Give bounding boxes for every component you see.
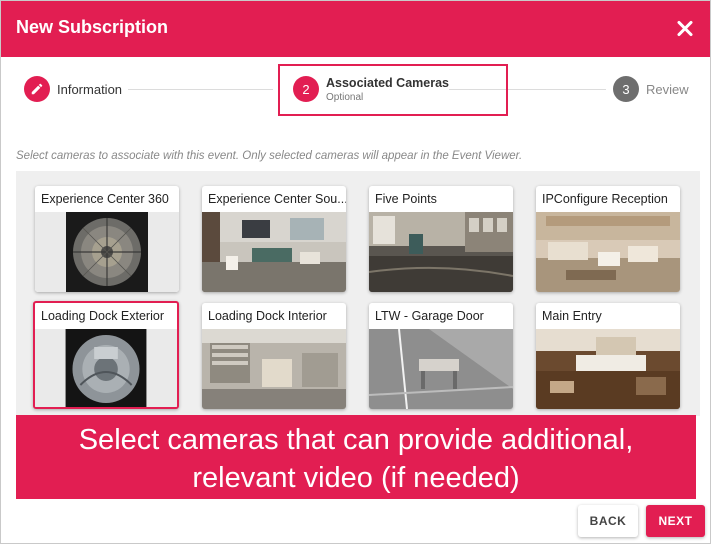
step-1-label[interactable]: Information — [57, 82, 122, 97]
camera-card-loading-dock-exterior[interactable]: Loading Dock Exterior — [33, 301, 179, 409]
step-2-label[interactable]: Associated Cameras — [326, 76, 449, 90]
camera-thumbnail — [202, 212, 346, 292]
camera-name: Five Points — [375, 192, 437, 206]
instruction-banner: Select cameras that can provide addition… — [16, 415, 696, 499]
back-button[interactable]: BACK — [578, 505, 638, 537]
step-3-number[interactable]: 3 — [613, 76, 639, 102]
camera-thumbnail — [202, 329, 346, 409]
step-2-sublabel: Optional — [326, 92, 364, 103]
camera-card-ipconfigure-reception[interactable]: IPConfigure Reception — [536, 186, 680, 292]
camera-name: Loading Dock Exterior — [41, 309, 164, 323]
banner-line-2: relevant video (if needed) — [192, 462, 520, 494]
new-subscription-dialog: New Subscription Information 2 Associate… — [0, 0, 711, 544]
camera-thumbnail — [536, 212, 680, 292]
camera-thumbnail — [369, 329, 513, 409]
step-3-label[interactable]: Review — [646, 82, 689, 97]
dialog-title: New Subscription — [16, 17, 169, 37]
camera-thumbnail — [536, 329, 680, 409]
banner-line-1: Select cameras that can provide addition… — [78, 424, 634, 456]
camera-card-experience-center-360[interactable]: Experience Center 360 — [35, 186, 179, 292]
camera-grid: Experience Center 360 Experience Center … — [16, 171, 700, 416]
camera-thumbnail — [35, 329, 177, 407]
camera-card-five-points[interactable]: Five Points — [369, 186, 513, 292]
camera-name: Experience Center Sou... — [208, 192, 346, 206]
camera-card-main-entry[interactable]: Main Entry — [536, 303, 680, 409]
stepper: Information 2 Associated Cameras Optiona… — [1, 61, 710, 119]
camera-selection-hint: Select cameras to associate with this ev… — [16, 150, 523, 162]
camera-thumbnail — [369, 212, 513, 292]
close-icon[interactable] — [670, 13, 700, 43]
step-connector — [128, 89, 273, 90]
camera-name: IPConfigure Reception — [542, 192, 668, 206]
dialog-header: New Subscription — [1, 1, 710, 57]
next-button[interactable]: NEXT — [646, 505, 705, 537]
camera-name: LTW - Garage Door — [375, 309, 484, 323]
camera-card-ltw-garage-door[interactable]: LTW - Garage Door — [369, 303, 513, 409]
camera-card-experience-center-south[interactable]: Experience Center Sou... — [202, 186, 346, 292]
camera-name: Main Entry — [542, 309, 602, 323]
step-1-pencil-icon[interactable] — [24, 76, 50, 102]
camera-thumbnail — [35, 212, 179, 292]
camera-name: Loading Dock Interior — [208, 309, 327, 323]
step-2-number[interactable]: 2 — [293, 76, 319, 102]
camera-name: Experience Center 360 — [41, 192, 169, 206]
camera-card-loading-dock-interior[interactable]: Loading Dock Interior — [202, 303, 346, 409]
